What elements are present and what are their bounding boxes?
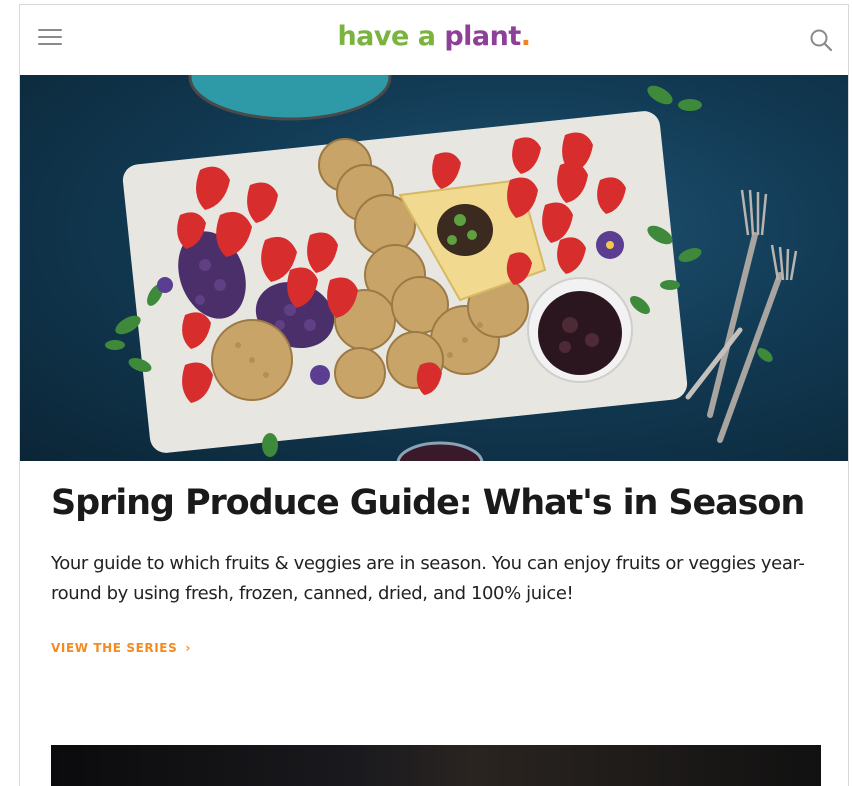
next-article-image[interactable] <box>51 745 821 786</box>
site-logo[interactable]: have a plant. <box>20 21 848 52</box>
view-the-series-label: VIEW THE SERIES <box>51 641 178 655</box>
page-frame: have a plant. Spring Produce Guide: What… <box>19 4 849 786</box>
article-description: Your guide to which fruits & veggies are… <box>51 553 805 604</box>
view-the-series-link[interactable]: VIEW THE SERIES › <box>51 641 191 655</box>
site-header: have a plant. <box>20 5 848 75</box>
charcuterie-board-photo <box>105 75 798 461</box>
logo-text-plant: plant <box>444 21 521 52</box>
logo-dot: . <box>520 21 531 52</box>
search-icon[interactable] <box>808 27 834 53</box>
chevron-right-icon: › <box>185 641 191 655</box>
hero-image[interactable] <box>20 75 848 461</box>
logo-text-have-a: have a <box>337 21 436 52</box>
article-title[interactable]: Spring Produce Guide: What's in Season <box>51 483 805 523</box>
